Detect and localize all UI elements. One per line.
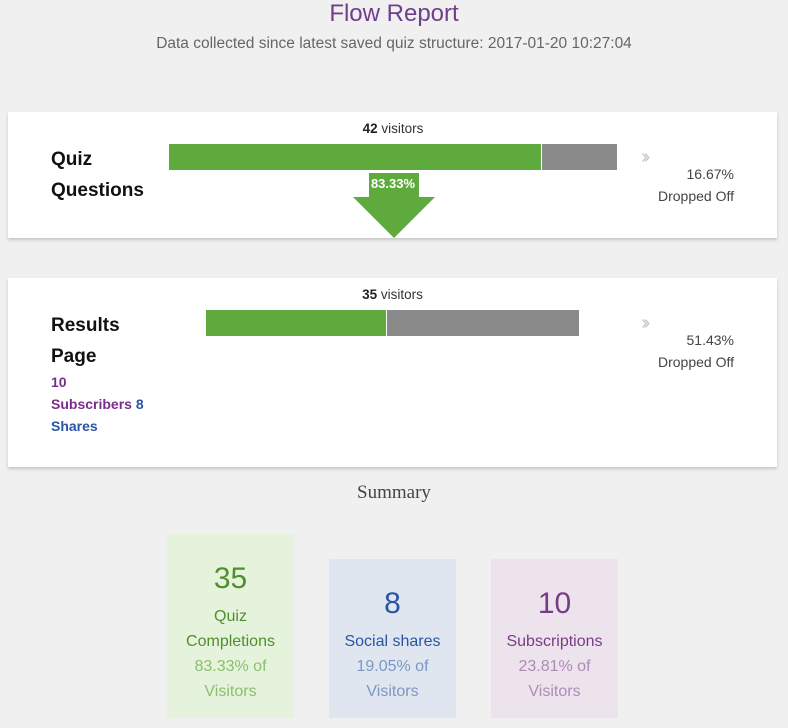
dropped-off-stat: 51.43% Dropped Off — [608, 329, 734, 373]
summary-pct-line1: 19.05% of — [356, 658, 429, 675]
dropped-off-label: Dropped Off — [657, 188, 734, 204]
shares-count: 8 — [135, 396, 144, 412]
stage-title-line1: Quiz — [51, 149, 93, 170]
summary-pct-line2: Visitors — [366, 683, 419, 700]
subscribers-label: Subscribers — [51, 396, 132, 412]
summary-label-line1: Subscriptions — [506, 633, 603, 650]
stage-title-line2: Questions — [51, 180, 144, 201]
dropped-off-label: Dropped Off — [657, 354, 734, 370]
funnel-bar-pass — [206, 310, 388, 336]
stage-title: Results Page — [51, 310, 120, 372]
summary-box-social-shares: 8 Social shares 19.05% of Visitors — [329, 559, 456, 718]
visitors-count: 42 — [362, 121, 378, 136]
visitors-word: visitors — [380, 287, 423, 302]
summary-title: Summary — [357, 482, 431, 503]
summary-value: 10 — [537, 587, 572, 620]
visitors-count-label: 35 visitors — [206, 287, 579, 302]
dropped-off-pct: 51.43% — [686, 332, 734, 348]
page-title: Flow Report — [329, 0, 459, 27]
summary-pct-line1: 83.33% of — [194, 658, 267, 675]
summary-value: 35 — [213, 562, 248, 595]
summary-label-line1: Social shares — [344, 633, 441, 650]
pass-through-pct: 83.33% — [370, 176, 416, 191]
summary-box-subscriptions: 10 Subscriptions 23.81% of Visitors — [491, 559, 618, 718]
funnel-bar-pass — [169, 144, 543, 170]
stage-title-line2: Page — [51, 346, 97, 367]
stage-title-line1: Results — [51, 315, 120, 336]
summary-pct-line2: Visitors — [204, 683, 257, 700]
summary-pct-line2: Visitors — [528, 683, 581, 700]
stage-card-quiz-questions: Quiz Questions 42 visitors ›› 16.67% Dro… — [8, 112, 777, 238]
shares-label: Shares — [51, 418, 98, 434]
visitors-count: 35 — [362, 287, 378, 302]
summary-label-line1: Quiz — [214, 608, 247, 625]
visitors-count-label: 42 visitors — [169, 121, 617, 136]
results-counts: 10 Subscribers 8 Shares — [51, 371, 144, 437]
summary-label-line2: Completions — [186, 633, 275, 650]
summary-value: 8 — [384, 587, 401, 620]
subscribers-count: 10 — [51, 374, 67, 390]
summary-box-quiz-completions: 35 Quiz Completions 83.33% of Visitors — [167, 534, 294, 718]
visitors-word: visitors — [381, 121, 424, 136]
data-collected-note: Data collected since latest saved quiz s… — [156, 35, 632, 52]
dropped-off-stat: 16.67% Dropped Off — [608, 163, 734, 207]
funnel-bar — [206, 310, 579, 336]
stage-card-results-page: Results Page 10 Subscribers 8 Shares 35 … — [8, 278, 777, 467]
subscribers-line: Subscribers 8 — [51, 393, 144, 415]
stage-title: Quiz Questions — [51, 144, 144, 206]
summary-pct-line1: 23.81% of — [518, 658, 591, 675]
dropped-off-pct: 16.67% — [686, 166, 734, 182]
funnel-bar — [169, 144, 617, 170]
